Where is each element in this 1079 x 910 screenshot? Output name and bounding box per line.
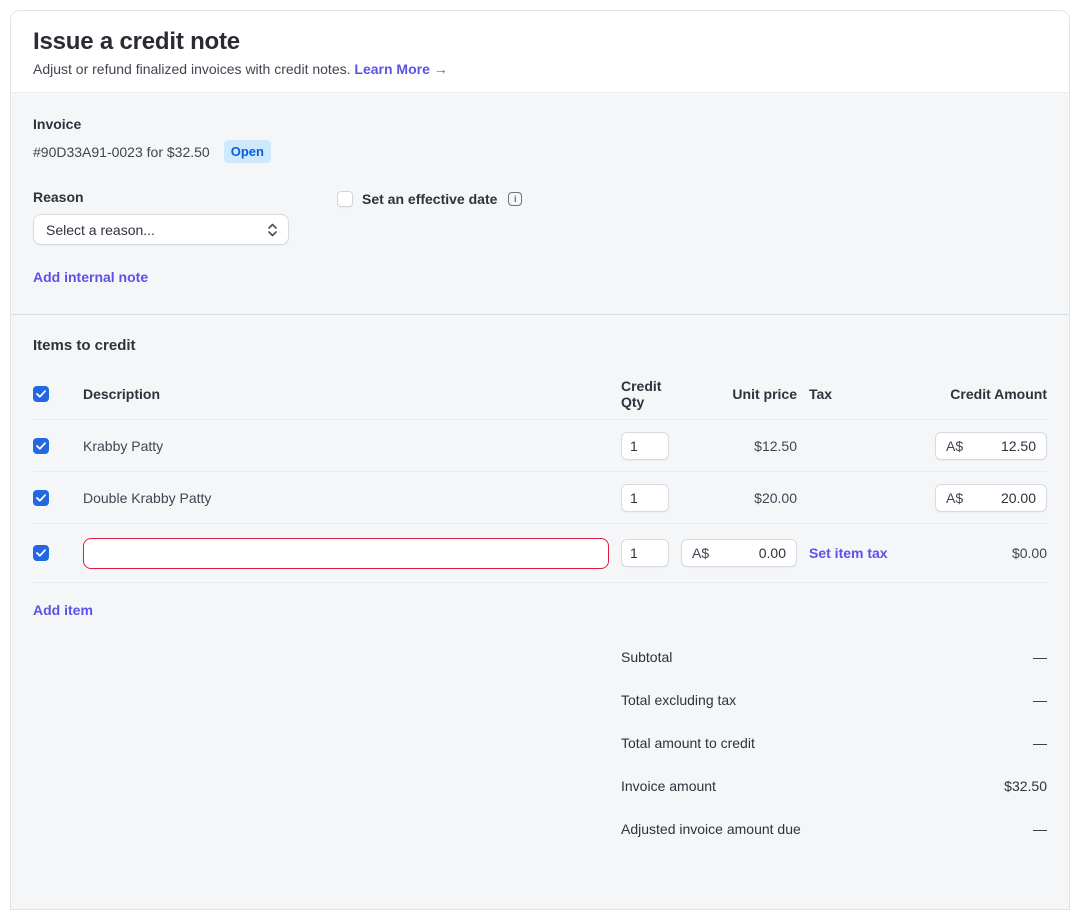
item-row-krabby-patty: Krabby Patty $12.50 A$ 12.50 bbox=[33, 420, 1047, 472]
summary-row-subtotal: Subtotal — bbox=[621, 640, 1047, 674]
credit-note-panel: Issue a credit note Adjust or refund fin… bbox=[10, 10, 1070, 910]
items-title: Items to credit bbox=[33, 337, 1047, 354]
info-icon[interactable]: i bbox=[508, 192, 522, 206]
summary-row-total-to-credit: Total amount to credit — bbox=[621, 726, 1047, 760]
summary-row-invoice-amount: Invoice amount $32.50 bbox=[621, 769, 1047, 803]
invoice-label: Invoice bbox=[33, 116, 1047, 132]
summary-label: Total amount to credit bbox=[621, 735, 755, 751]
col-credit-amount: Credit Amount bbox=[901, 386, 1047, 402]
currency-prefix: A$ bbox=[946, 438, 963, 454]
summary-label: Total excluding tax bbox=[621, 692, 736, 708]
summary-label: Invoice amount bbox=[621, 778, 716, 794]
summary-label: Adjusted invoice amount due bbox=[621, 821, 801, 837]
credit-amount-value: 20.00 bbox=[1001, 490, 1036, 506]
reason-label: Reason bbox=[33, 189, 289, 205]
credit-amount-input[interactable]: A$ 20.00 bbox=[935, 484, 1047, 512]
credit-amount-input[interactable]: A$ 12.50 bbox=[935, 432, 1047, 460]
effective-date-field: Set an effective date i bbox=[337, 189, 522, 207]
item-row-double-krabby-patty: Double Krabby Patty $20.00 A$ 20.00 bbox=[33, 472, 1047, 524]
summary-row-adjusted-due: Adjusted invoice amount due — bbox=[621, 812, 1047, 846]
reason-selected-value: Select a reason... bbox=[46, 222, 155, 238]
chevron-updown-icon bbox=[267, 223, 278, 237]
effective-date-label: Set an effective date bbox=[362, 191, 497, 207]
summary-value: — bbox=[1033, 735, 1047, 751]
row-checkbox[interactable] bbox=[33, 490, 49, 506]
qty-input[interactable] bbox=[621, 539, 669, 567]
invoice-details-section: Invoice #90D33A91-0023 for $32.50 Open R… bbox=[11, 93, 1069, 315]
add-internal-note-link[interactable]: Add internal note bbox=[33, 269, 148, 285]
currency-prefix: A$ bbox=[946, 490, 963, 506]
col-tax: Tax bbox=[809, 386, 889, 402]
subtitle-text: Adjust or refund finalized invoices with… bbox=[33, 61, 351, 77]
summary-value: $32.50 bbox=[1004, 778, 1047, 794]
unit-price-input[interactable]: A$ 0.00 bbox=[681, 539, 797, 567]
page-subtitle: Adjust or refund finalized invoices with… bbox=[33, 61, 1047, 77]
add-item-link[interactable]: Add item bbox=[33, 602, 93, 618]
totals-summary: Subtotal — Total excluding tax — Total a… bbox=[621, 640, 1047, 866]
summary-label: Subtotal bbox=[621, 649, 672, 665]
item-description: Krabby Patty bbox=[83, 438, 609, 454]
reason-field: Reason Select a reason... bbox=[33, 189, 289, 245]
invoice-summary: #90D33A91-0023 for $32.50 bbox=[33, 144, 210, 160]
select-all-checkbox[interactable] bbox=[33, 386, 49, 402]
summary-value: — bbox=[1033, 649, 1047, 665]
new-item-description-input[interactable] bbox=[83, 538, 609, 569]
status-badge: Open bbox=[224, 140, 271, 163]
row-checkbox[interactable] bbox=[33, 438, 49, 454]
reason-select[interactable]: Select a reason... bbox=[33, 214, 289, 245]
unit-price-value: $20.00 bbox=[681, 490, 797, 506]
item-description: Double Krabby Patty bbox=[83, 490, 609, 506]
effective-date-checkbox[interactable] bbox=[337, 191, 353, 207]
row-checkbox[interactable] bbox=[33, 545, 49, 561]
col-description: Description bbox=[83, 386, 609, 402]
qty-input[interactable] bbox=[621, 432, 669, 460]
page-title: Issue a credit note bbox=[33, 28, 1047, 56]
qty-input[interactable] bbox=[621, 484, 669, 512]
table-header-row: Description Credit Qty Unit price Tax Cr… bbox=[33, 368, 1047, 420]
credit-amount-value: 12.50 bbox=[1001, 438, 1036, 454]
learn-more-link[interactable]: Learn More → bbox=[354, 61, 447, 77]
col-unit-price: Unit price bbox=[681, 386, 797, 402]
unit-price-value: $12.50 bbox=[681, 438, 797, 454]
summary-row-total-excl-tax: Total excluding tax — bbox=[621, 683, 1047, 717]
item-row-new: A$ 0.00 Set item tax $0.00 bbox=[33, 524, 1047, 583]
summary-value: — bbox=[1033, 692, 1047, 708]
col-credit-qty: Credit Qty bbox=[621, 378, 669, 410]
set-item-tax-link[interactable]: Set item tax bbox=[809, 545, 889, 561]
currency-prefix: A$ bbox=[692, 545, 709, 561]
credit-amount-text: $0.00 bbox=[901, 545, 1047, 561]
unit-price-value: 0.00 bbox=[759, 545, 786, 561]
summary-value: — bbox=[1033, 821, 1047, 837]
panel-header: Issue a credit note Adjust or refund fin… bbox=[11, 11, 1069, 93]
items-to-credit-section: Items to credit Description Credit Qty U… bbox=[11, 315, 1069, 866]
